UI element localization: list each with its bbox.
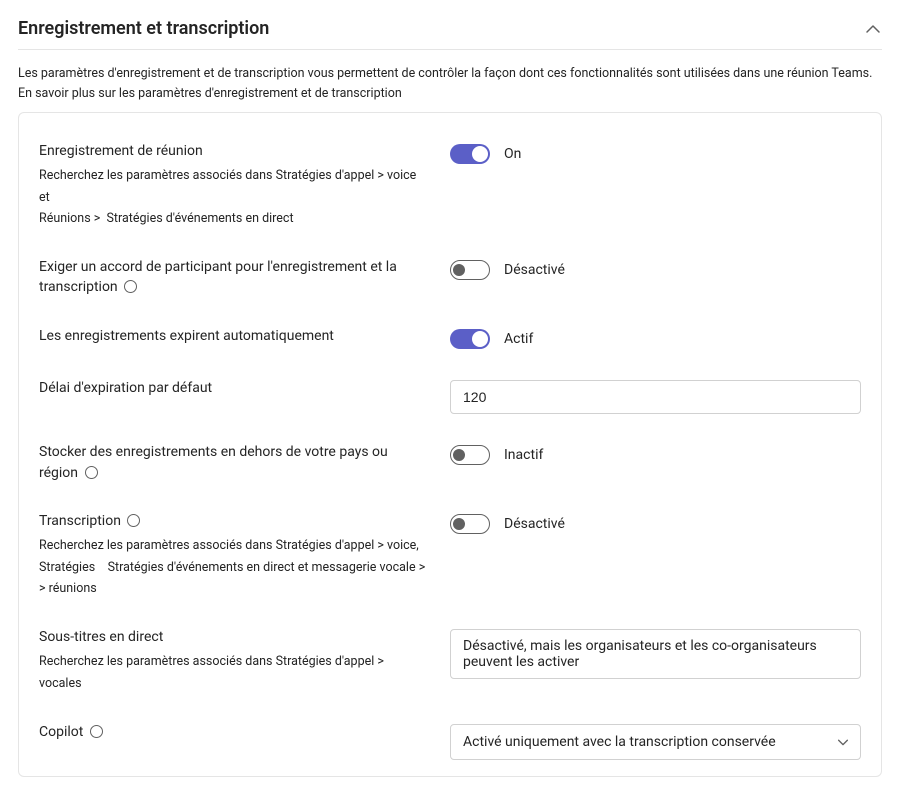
live-captions-select[interactable]: Désactivé, mais les organisateurs et les… — [450, 629, 861, 679]
setting-hint: Recherchez les paramètres associés dans … — [39, 535, 426, 599]
toggle-label: Actif — [504, 331, 533, 347]
section-intro: Les paramètres d'enregistrement et de tr… — [18, 64, 882, 104]
select-value: Activé uniquement avec la transcription … — [463, 734, 776, 750]
info-icon[interactable] — [90, 725, 103, 738]
setting-label: Sous-titres en direct — [39, 627, 426, 647]
toggle-label: Inactif — [504, 447, 543, 463]
select-value: Désactivé, mais les organisateurs et les… — [463, 638, 828, 670]
info-icon[interactable] — [127, 514, 140, 527]
toggle-auto-expire[interactable] — [450, 329, 490, 349]
toggle-meeting-recording[interactable] — [450, 144, 490, 164]
settings-card: Enregistrement de réunion Recherchez les… — [18, 112, 882, 777]
setting-copilot: Copilot Activé uniquement avec la transc… — [39, 712, 861, 766]
setting-label: Transcription — [39, 513, 121, 529]
setting-auto-expire: Les enregistrements expirent automatique… — [39, 316, 861, 368]
toggle-require-consent[interactable] — [450, 260, 490, 280]
setting-hint: Recherchez les paramètres associés dans … — [39, 651, 426, 694]
info-icon[interactable] — [124, 280, 137, 293]
default-expiry-input[interactable] — [450, 380, 861, 415]
setting-label: Délai d'expiration par défaut — [39, 380, 212, 396]
setting-transcription: Transcription Recherchez les paramètres … — [39, 501, 861, 617]
chevron-down-icon — [836, 735, 850, 749]
setting-label: Les enregistrements expirent automatique… — [39, 328, 334, 344]
setting-label: Exiger un accord de participant pour l'e… — [39, 259, 397, 295]
toggle-transcription[interactable] — [450, 514, 490, 534]
section-header: Enregistrement et transcription — [18, 10, 882, 50]
collapse-icon[interactable] — [864, 20, 882, 38]
copilot-select[interactable]: Activé uniquement avec la transcription … — [450, 724, 861, 760]
setting-store-outside: Stocker des enregistrements en dehors de… — [39, 432, 861, 501]
toggle-store-outside[interactable] — [450, 445, 490, 465]
setting-label: Copilot — [39, 724, 83, 740]
toggle-label: Désactivé — [504, 516, 565, 532]
intro-link[interactable]: les paramètres d'enregistrement et de tr… — [119, 86, 402, 101]
info-icon[interactable] — [85, 466, 98, 479]
setting-default-expiry: Délai d'expiration par défaut — [39, 368, 861, 433]
setting-label: Enregistrement de réunion — [39, 141, 426, 161]
setting-meeting-recording: Enregistrement de réunion Recherchez les… — [39, 131, 861, 247]
setting-require-consent: Exiger un accord de participant pour l'e… — [39, 247, 861, 316]
section-title: Enregistrement et transcription — [18, 18, 269, 39]
setting-hint: Recherchez les paramètres associés dans … — [39, 165, 426, 229]
setting-live-captions: Sous-titres en direct Recherchez les par… — [39, 617, 861, 712]
toggle-label: On — [504, 146, 521, 162]
toggle-label: Désactivé — [504, 262, 565, 278]
